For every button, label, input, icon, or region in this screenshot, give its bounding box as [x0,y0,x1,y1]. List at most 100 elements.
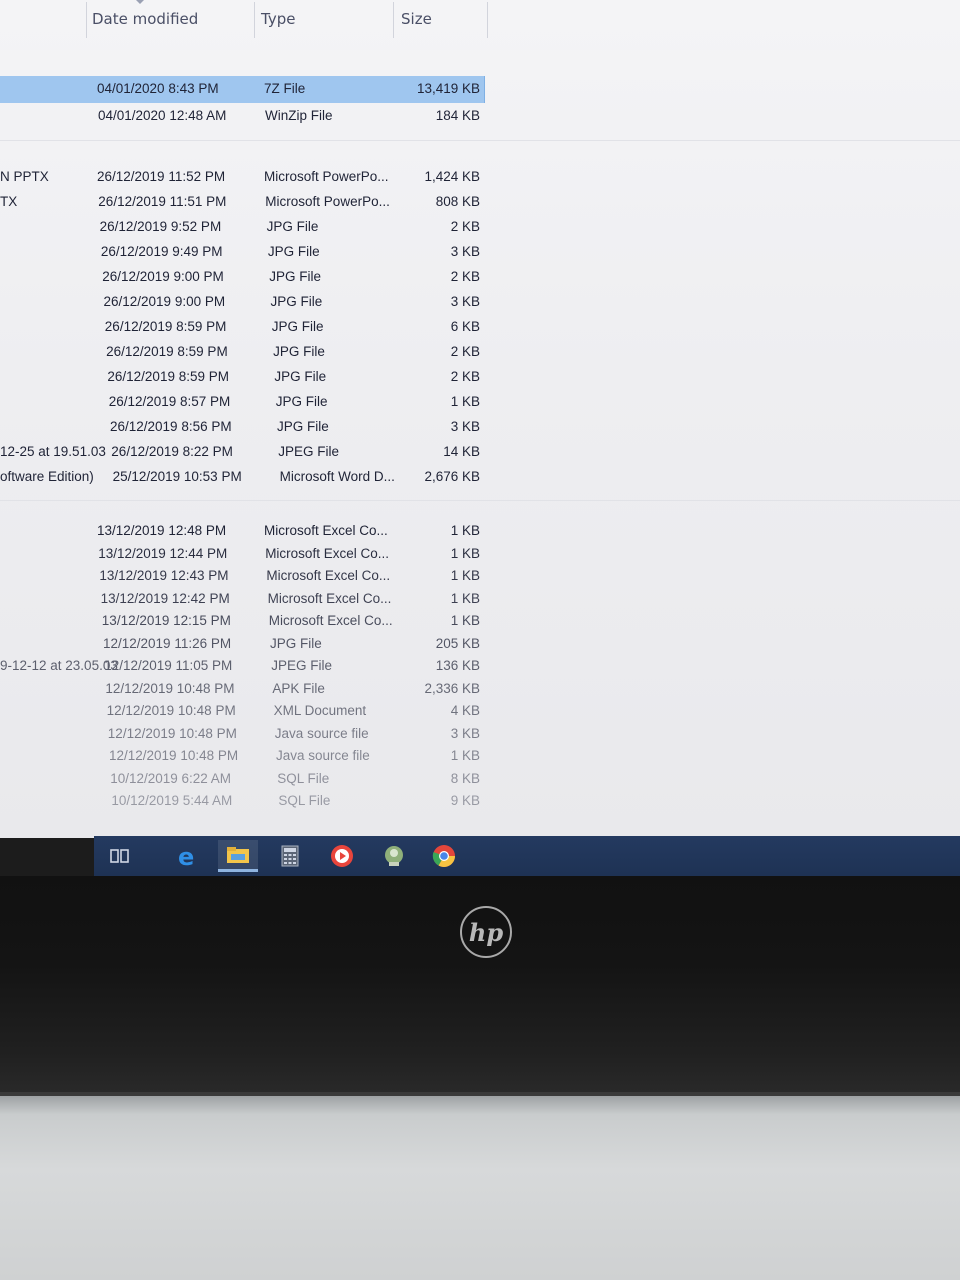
edge-icon[interactable]: e [168,840,208,872]
file-date: 26/12/2019 9:49 PM [100,244,223,259]
file-date: 26/12/2019 8:22 PM [111,444,233,459]
file-row[interactable]: 26/12/2019 9:52 PM JPG File 2 KB [0,216,960,238]
file-size: 1 KB [450,568,480,583]
file-size: 3 KB [450,244,480,259]
file-type: JPG File [267,244,320,259]
file-size: 4 KB [450,703,480,718]
file-name: oftware Edition) [0,469,94,484]
file-size: 13,419 KB [416,81,480,96]
file-row[interactable]: 26/12/2019 8:57 PM JPG File 1 KB [0,391,960,413]
file-row[interactable]: 26/12/2019 8:59 PM JPG File 2 KB [0,366,960,388]
media-player-icon[interactable] [322,840,362,872]
file-row[interactable]: 12/12/2019 10:48 PM XML Document 4 KB [0,700,960,722]
file-date: 04/01/2020 12:48 AM [98,108,227,123]
file-explorer-window: Date modified Type Size 04/01/2020 8:43 … [0,0,960,838]
file-size: 136 KB [435,658,480,673]
file-row[interactable]: 26/12/2019 9:00 PM JPG File 2 KB [0,266,960,288]
file-size: 2 KB [450,369,480,384]
file-size: 1 KB [450,523,480,538]
file-size: 1 KB [450,394,480,409]
chat-icon[interactable] [374,840,414,872]
file-size: 184 KB [435,108,480,123]
calculator-icon[interactable] [270,840,310,872]
file-type: JPG File [274,369,327,384]
file-date: 26/12/2019 8:57 PM [108,394,231,409]
file-size: 1 KB [450,545,480,561]
file-date: 13/12/2019 12:48 PM [97,523,227,538]
file-date: 26/12/2019 9:00 PM [103,294,226,309]
file-type: JPG File [271,319,324,334]
file-row[interactable]: 9-12-12 at 23.05.03 12/12/2019 11:05 PM JP… [0,655,960,677]
file-date: 12/12/2019 10:48 PM [109,748,239,763]
file-date: 25/12/2019 10:53 PM [112,469,242,484]
file-type: Java source file [274,725,369,741]
file-row[interactable]: 13/12/2019 12:42 PM Microsoft Excel Co...… [0,588,960,610]
file-date: 13/12/2019 12:15 PM [101,613,231,628]
file-row[interactable]: 26/12/2019 9:00 PM JPG File 3 KB [0,291,960,313]
file-size: 1,424 KB [424,169,480,184]
column-divider[interactable] [393,2,394,38]
file-row[interactable]: 26/12/2019 8:59 PM JPG File 2 KB [0,341,960,363]
file-row[interactable]: 04/01/2020 12:48 AM WinZip File 184 KB [0,105,960,127]
file-explorer-icon[interactable] [218,840,258,872]
column-divider[interactable] [254,2,255,38]
file-type: JPEG File [278,444,340,459]
file-row[interactable]: 12/12/2019 10:48 PM APK File 2,336 KB [0,678,960,700]
file-row[interactable]: 26/12/2019 8:56 PM JPG File 3 KB [0,416,960,438]
file-row[interactable]: N PPTX 26/12/2019 11:52 PM Microsoft Power… [0,166,960,188]
chrome-icon[interactable] [424,840,464,872]
file-date: 26/12/2019 11:51 PM [98,194,227,209]
file-name: 9-12-12 at 23.05.03 [0,658,118,673]
file-type: JPG File [269,269,321,284]
file-name: TX [0,194,18,209]
file-row[interactable]: 12/12/2019 11:26 PM JPG File 205 KB [0,633,960,655]
column-type[interactable]: Type [261,10,295,28]
file-type: JPEG File [271,658,332,673]
task-view-icon[interactable] [100,840,140,872]
file-size: 2,336 KB [424,680,480,696]
file-row[interactable]: 26/12/2019 8:59 PM JPG File 6 KB [0,316,960,338]
file-type: Java source file [276,748,370,763]
file-size: 1 KB [450,590,480,606]
file-date: 12/12/2019 10:48 PM [105,680,235,696]
file-row[interactable]: 04/01/2020 8:43 PM 7Z File 13,419 KB [0,76,960,103]
file-size: 14 KB [443,444,480,459]
file-date: 10/12/2019 5:44 AM [111,793,233,808]
svg-text:e: e [178,843,194,869]
file-date: 13/12/2019 12:44 PM [98,545,228,561]
hp-logo: hp [460,906,512,958]
file-date: 13/12/2019 12:42 PM [100,590,230,606]
file-size: 3 KB [450,419,480,434]
file-row[interactable]: 12/12/2019 10:48 PM Java source file 1 KB [0,745,960,767]
file-type: WinZip File [265,108,333,123]
file-date: 26/12/2019 9:52 PM [99,219,222,234]
file-size: 6 KB [450,319,480,334]
file-type: SQL File [278,793,331,808]
file-row[interactable]: oftware Edition) 25/12/2019 10:53 PM Micro… [0,466,960,488]
file-size: 2 KB [450,344,480,359]
column-date-modified[interactable]: Date modified [92,10,198,28]
file-size: 2,676 KB [424,469,480,484]
column-divider[interactable] [86,2,87,38]
file-row[interactable]: 13/12/2019 12:44 PM Microsoft Excel Co...… [0,543,960,565]
file-row[interactable]: 13/12/2019 12:48 PM Microsoft Excel Co...… [0,520,960,542]
file-row[interactable]: 10/12/2019 6:22 AM SQL File 8 KB [0,768,960,790]
column-size[interactable]: Size [401,10,432,28]
file-date: 26/12/2019 8:59 PM [106,344,228,359]
file-row[interactable]: TX 26/12/2019 11:51 PM Microsoft PowerPo..… [0,191,960,213]
file-type: APK File [272,680,325,696]
column-divider[interactable] [487,2,488,38]
file-type: JPG File [273,344,325,359]
file-type: JPG File [266,219,319,234]
file-row[interactable]: 10/12/2019 5:44 AM SQL File 9 KB [0,790,960,812]
file-row[interactable]: 12-25 at 19.51.03 26/12/2019 8:22 PM JPEG … [0,441,960,463]
file-date: 13/12/2019 12:43 PM [99,568,229,583]
column-header: Date modified Type Size [0,0,960,44]
file-size: 1 KB [450,613,480,628]
laptop-body [0,1096,960,1280]
file-row[interactable]: 13/12/2019 12:15 PM Microsoft Excel Co...… [0,610,960,632]
file-date: 26/12/2019 11:52 PM [97,169,226,184]
file-row[interactable]: 12/12/2019 10:48 PM Java source file 3 KB [0,723,960,745]
file-row[interactable]: 26/12/2019 9:49 PM JPG File 3 KB [0,241,960,263]
file-row[interactable]: 13/12/2019 12:43 PM Microsoft Excel Co...… [0,565,960,587]
